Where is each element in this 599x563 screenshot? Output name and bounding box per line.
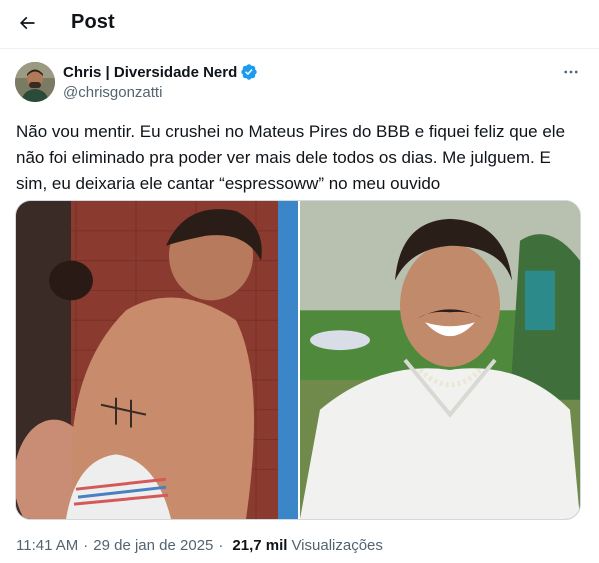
media-photo-1[interactable] [16,201,298,519]
media-photo-2[interactable] [300,201,580,519]
author-handle[interactable]: @chrisgonzatti [63,84,162,101]
meta-separator: · [218,537,224,554]
photo-laughing-man-white-shirt [300,201,580,519]
top-bar: Post [0,0,599,48]
tweet-date[interactable]: 29 de jan de 2025 [93,537,213,554]
page-title: Post [71,11,115,33]
more-options-button[interactable] [556,60,586,84]
header-divider [0,48,599,49]
more-horizontal-icon [564,70,578,74]
author-row: Chris | Diversidade Nerd [63,63,258,81]
arrow-left-icon [19,16,35,30]
photo-shirtless-man-shower [16,201,298,519]
avatar[interactable] [15,62,55,102]
tweet-meta: 11:41 AM · 29 de jan de 2025 · 21,7 mil … [16,537,383,554]
views-label: Visualizações [291,537,383,554]
author-name[interactable]: Chris | Diversidade Nerd [63,64,237,81]
tweet-time[interactable]: 11:41 AM [16,537,78,554]
verified-badge-icon [241,64,257,80]
back-button[interactable] [12,8,42,38]
meta-separator: · [83,537,89,554]
views-count: 21,7 mil [232,537,288,554]
tweet-text: Não vou mentir. Eu crushei no Mateus Pir… [16,122,566,193]
media-grid [15,200,581,520]
